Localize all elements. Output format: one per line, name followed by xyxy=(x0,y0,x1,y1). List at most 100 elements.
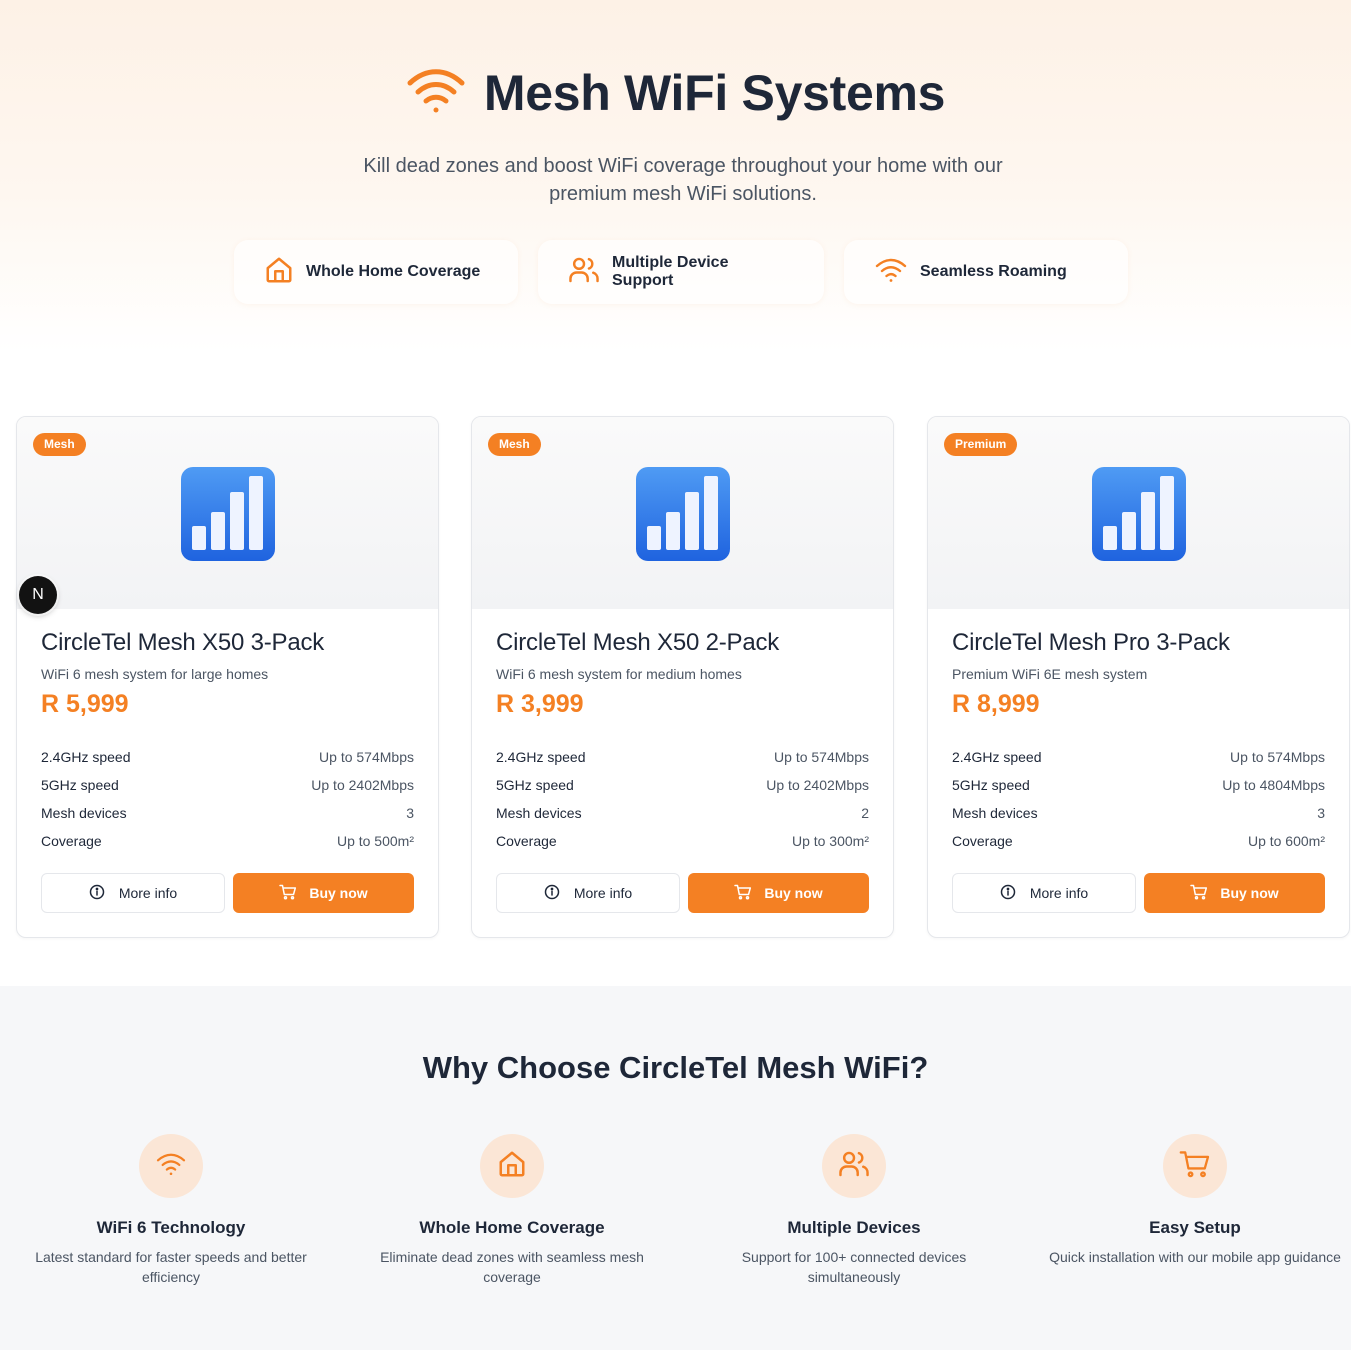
feature-icon-circle xyxy=(480,1134,544,1198)
spec-value: Up to 4804Mbps xyxy=(1222,777,1325,793)
buy-now-label: Buy now xyxy=(1220,885,1279,901)
product-badge: Mesh xyxy=(488,433,541,456)
feature-item: Whole Home Coverage Eliminate dead zones… xyxy=(362,1134,662,1287)
info-icon xyxy=(89,884,105,903)
spec-row: Mesh devices 3 xyxy=(952,799,1325,827)
product-name: CircleTel Mesh Pro 3-Pack xyxy=(952,629,1230,656)
product-description: WiFi 6 mesh system for medium homes xyxy=(496,666,742,682)
spec-key: Coverage xyxy=(41,833,102,849)
spec-value: Up to 574Mbps xyxy=(774,749,869,765)
cart-icon xyxy=(1179,1149,1211,1184)
highlight-pills: Whole Home Coverage Multiple Device Supp… xyxy=(234,240,1128,304)
product-body: CircleTel Mesh X50 3-Pack WiFi 6 mesh sy… xyxy=(41,629,414,855)
spec-row: 5GHz speed Up to 4804Mbps xyxy=(952,771,1325,799)
product-actions: More info Buy now xyxy=(496,873,869,913)
feature-item: Easy Setup Quick installation with our m… xyxy=(1045,1134,1345,1267)
buy-now-button[interactable]: Buy now xyxy=(233,873,414,913)
spec-key: Mesh devices xyxy=(41,805,127,821)
product-price: R 3,999 xyxy=(496,690,584,718)
why-title: Why Choose CircleTel Mesh WiFi? xyxy=(422,1050,929,1085)
signal-bars-icon xyxy=(635,466,731,567)
feature-icon-circle xyxy=(139,1134,203,1198)
feature-title: Multiple Devices xyxy=(787,1218,921,1237)
spec-value: 3 xyxy=(406,805,414,821)
more-info-label: More info xyxy=(118,885,178,901)
info-icon xyxy=(544,884,560,903)
product-badge: Premium xyxy=(944,433,1018,456)
home-icon xyxy=(264,255,294,290)
hero-section: Mesh WiFi Systems Kill dead zones and bo… xyxy=(0,0,1351,352)
buy-now-button[interactable]: Buy now xyxy=(688,873,869,913)
buy-now-button[interactable]: Buy now xyxy=(1144,873,1325,913)
spec-list: 2.4GHz speed Up to 574Mbps 5GHz speed Up t… xyxy=(41,743,414,855)
feature-title: WiFi 6 Technology xyxy=(96,1218,246,1237)
spec-key: Mesh devices xyxy=(952,805,1038,821)
feature-item: WiFi 6 Technology Latest standard for fa… xyxy=(21,1134,321,1287)
spec-key: Mesh devices xyxy=(496,805,582,821)
feature-text: Support for 100+ connected devices simul… xyxy=(741,1249,967,1285)
spec-key: 5GHz speed xyxy=(41,777,119,793)
product-body: CircleTel Mesh Pro 3-Pack Premium WiFi 6… xyxy=(952,629,1325,855)
product-card: Mesh CircleTel Mesh X50 2-Pack WiFi 6 me… xyxy=(471,416,894,938)
spec-value: Up to 2402Mbps xyxy=(311,777,414,793)
spec-value: Up to 574Mbps xyxy=(1230,749,1325,765)
buy-now-label: Buy now xyxy=(764,885,823,901)
spec-key: Coverage xyxy=(952,833,1013,849)
info-icon xyxy=(1000,884,1016,903)
product-price: R 8,999 xyxy=(952,690,1040,718)
spec-row: Mesh devices 2 xyxy=(496,799,869,827)
product-actions: More info Buy now xyxy=(952,873,1325,913)
spec-row: 2.4GHz speed Up to 574Mbps xyxy=(952,743,1325,771)
spec-row: 5GHz speed Up to 2402Mbps xyxy=(496,771,869,799)
spec-value: 2 xyxy=(861,805,869,821)
why-section: Why Choose CircleTel Mesh WiFi? WiFi 6 T… xyxy=(0,986,1351,1350)
spec-value: Up to 300m² xyxy=(791,833,869,849)
highlight-multiple-devices: Multiple Device Support xyxy=(538,240,824,304)
spec-row: Coverage Up to 600m² xyxy=(952,827,1325,855)
feature-text: Latest standard for faster speeds and be… xyxy=(35,1249,307,1285)
feature-icon-circle xyxy=(1163,1134,1227,1198)
more-info-button[interactable]: More info xyxy=(41,873,225,913)
spec-value: Up to 500m² xyxy=(336,833,414,849)
home-icon xyxy=(497,1149,527,1184)
spec-row: 2.4GHz speed Up to 574Mbps xyxy=(496,743,869,771)
spec-value: Up to 600m² xyxy=(1247,833,1325,849)
product-image-area: Mesh xyxy=(17,417,438,609)
spec-key: 5GHz speed xyxy=(952,777,1030,793)
more-info-label: More info xyxy=(573,885,633,901)
spec-key: 2.4GHz speed xyxy=(41,749,131,765)
hero-title-row: Mesh WiFi Systems xyxy=(0,64,1351,122)
wifi-icon xyxy=(406,66,466,121)
spec-row: 5GHz speed Up to 2402Mbps xyxy=(41,771,414,799)
highlight-whole-home: Whole Home Coverage xyxy=(234,240,518,304)
product-description: Premium WiFi 6E mesh system xyxy=(952,666,1148,682)
cart-icon xyxy=(734,884,752,903)
wifi-icon xyxy=(874,256,908,289)
feature-text: Eliminate dead zones with seamless mesh … xyxy=(380,1249,644,1285)
spec-row: 2.4GHz speed Up to 574Mbps xyxy=(41,743,414,771)
spec-value: Up to 574Mbps xyxy=(319,749,414,765)
spec-key: 2.4GHz speed xyxy=(496,749,586,765)
product-name: CircleTel Mesh X50 3-Pack xyxy=(41,629,325,656)
cart-icon xyxy=(279,884,297,903)
product-name: CircleTel Mesh X50 2-Pack xyxy=(496,629,780,656)
product-badge: Mesh xyxy=(33,433,86,456)
signal-bars-icon xyxy=(1091,466,1187,567)
signal-bars-icon xyxy=(180,466,276,567)
hero-subtitle: Kill dead zones and boost WiFi coverage … xyxy=(363,155,1003,205)
product-description: WiFi 6 mesh system for large homes xyxy=(41,666,269,682)
more-info-label: More info xyxy=(1029,885,1089,901)
product-image-area: Mesh xyxy=(472,417,893,609)
spec-key: Coverage xyxy=(496,833,557,849)
spec-row: Coverage Up to 300m² xyxy=(496,827,869,855)
users-icon xyxy=(838,1149,870,1184)
more-info-button[interactable]: More info xyxy=(496,873,680,913)
feature-item: Multiple Devices Support for 100+ connec… xyxy=(704,1134,1004,1287)
highlight-label: Multiple Device Support xyxy=(612,254,729,289)
more-info-button[interactable]: More info xyxy=(952,873,1136,913)
product-image-area: Premium xyxy=(928,417,1349,609)
wifi-icon xyxy=(155,1151,187,1182)
dev-tools-badge[interactable]: N xyxy=(19,576,57,614)
product-card: Premium CircleTel Mesh Pro 3-Pack Premiu… xyxy=(927,416,1350,938)
page-title: Mesh WiFi Systems xyxy=(483,65,946,121)
